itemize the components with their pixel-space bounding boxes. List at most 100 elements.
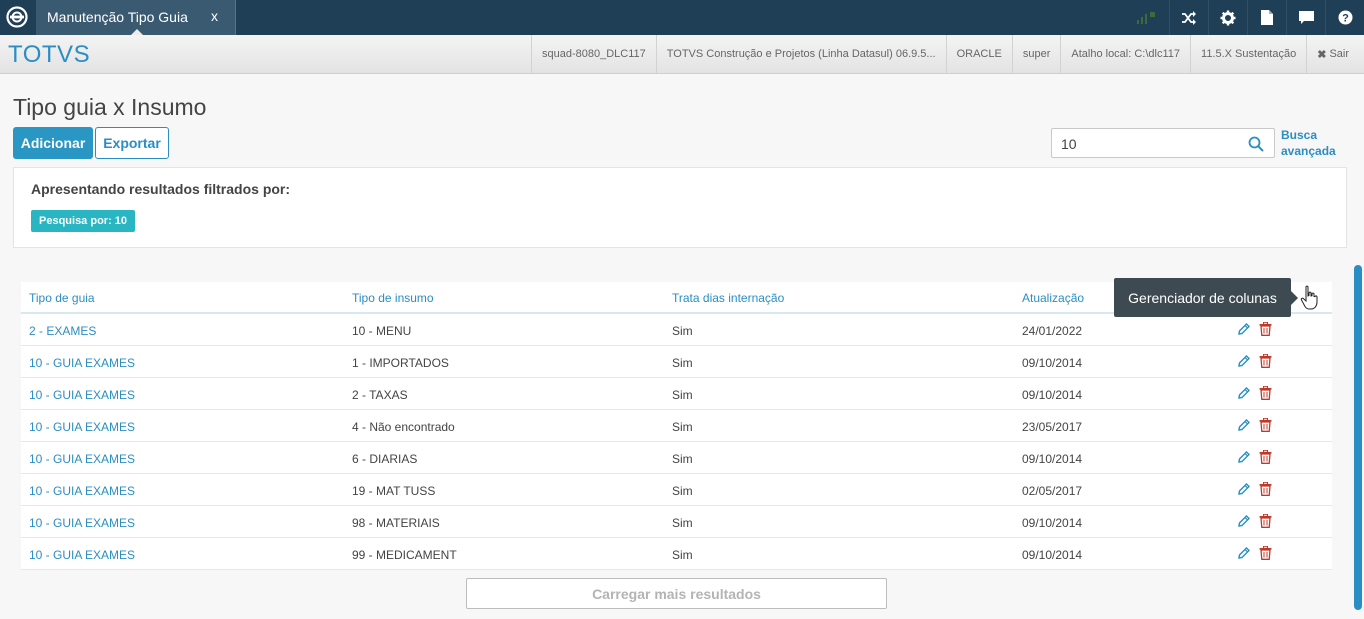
trash-icon[interactable] bbox=[1259, 354, 1272, 368]
cell-tipo-guia[interactable]: 10 - GUIA EXAMES bbox=[29, 452, 135, 466]
edit-icon[interactable] bbox=[1237, 418, 1251, 432]
cell-tipo-guia[interactable]: 10 - GUIA EXAMES bbox=[29, 356, 135, 370]
brand-logo: TOTVS bbox=[8, 41, 91, 68]
table-row: 10 - GUIA EXAMES 4 - Não encontrado Sim 23/… bbox=[21, 410, 1332, 442]
info-database: ORACLE bbox=[945, 35, 1012, 73]
trash-icon[interactable] bbox=[1259, 418, 1272, 432]
page-title: Tipo guia x Insumo bbox=[13, 94, 207, 120]
cell-atualizacao: 09/10/2014 bbox=[1022, 356, 1083, 370]
chat-icon[interactable] bbox=[1286, 0, 1325, 35]
cell-tipo-insumo: 10 - MENU bbox=[352, 324, 412, 338]
cell-tipo-guia[interactable]: 10 - GUIA EXAMES bbox=[29, 388, 135, 402]
table-row: 10 - GUIA EXAMES 19 - MAT TUSS Sim 02/05/20… bbox=[21, 474, 1332, 506]
cell-tipo-insumo: 4 - Não encontrado bbox=[352, 420, 455, 434]
table-body: 2 - EXAMES 10 - MENU Sim 24/01/2022 10 - GUI… bbox=[21, 314, 1332, 570]
trash-icon[interactable] bbox=[1259, 514, 1272, 528]
cell-atualizacao: 09/10/2014 bbox=[1022, 516, 1083, 530]
cell-atualizacao: 09/10/2014 bbox=[1022, 452, 1083, 466]
header-tipo-guia[interactable]: Tipo de guia bbox=[29, 291, 95, 305]
vertical-scrollbar[interactable] bbox=[1354, 265, 1362, 610]
results-table: Tipo de guia Tipo de insumo Trata dias i… bbox=[21, 282, 1332, 570]
cell-tipo-guia[interactable]: 10 - GUIA EXAMES bbox=[29, 548, 135, 562]
cell-trata-dias: Sim bbox=[672, 484, 693, 498]
logout-button[interactable]: ✖ Sair bbox=[1306, 35, 1359, 73]
table-row: 10 - GUIA EXAMES 98 - MATERIAIS Sim 09/10/2… bbox=[21, 506, 1332, 538]
gear-icon[interactable] bbox=[1208, 0, 1247, 35]
header-atualizacao[interactable]: Atualização bbox=[1022, 291, 1084, 305]
environment-info-items: squad-8080_DLC117 TOTVS Construção e Pro… bbox=[531, 35, 1359, 73]
close-icon: ✖ bbox=[1317, 48, 1327, 61]
table-row: 10 - GUIA EXAMES 6 - DIARIAS Sim 09/10/2014 bbox=[21, 442, 1332, 474]
cell-tipo-insumo: 98 - MATERIAIS bbox=[352, 516, 440, 530]
cell-trata-dias: Sim bbox=[672, 452, 693, 466]
cell-atualizacao: 23/05/2017 bbox=[1022, 420, 1083, 434]
cell-trata-dias: Sim bbox=[672, 548, 693, 562]
cell-tipo-insumo: 1 - IMPORTADOS bbox=[352, 356, 449, 370]
edit-icon[interactable] bbox=[1237, 450, 1251, 464]
add-button[interactable]: Adicionar bbox=[13, 127, 93, 159]
edit-icon[interactable] bbox=[1237, 482, 1251, 496]
edit-icon[interactable] bbox=[1237, 322, 1251, 336]
cell-tipo-insumo: 2 - TAXAS bbox=[352, 388, 408, 402]
edit-icon[interactable] bbox=[1237, 386, 1251, 400]
edit-icon[interactable] bbox=[1237, 354, 1251, 368]
document-icon[interactable] bbox=[1247, 0, 1286, 35]
cell-trata-dias: Sim bbox=[672, 516, 693, 530]
cell-trata-dias: Sim bbox=[672, 420, 693, 434]
advanced-search-link[interactable]: Busca avançada bbox=[1281, 127, 1336, 159]
cell-tipo-guia[interactable]: 2 - EXAMES bbox=[29, 324, 96, 338]
cell-tipo-guia[interactable]: 10 - GUIA EXAMES bbox=[29, 420, 135, 434]
cell-tipo-insumo: 19 - MAT TUSS bbox=[352, 484, 436, 498]
cell-atualizacao: 09/10/2014 bbox=[1022, 388, 1083, 402]
search-field[interactable] bbox=[1051, 128, 1275, 158]
advanced-search-label-1: Busca bbox=[1281, 128, 1318, 142]
cell-atualizacao: 02/05/2017 bbox=[1022, 484, 1083, 498]
totvs-logo-icon[interactable] bbox=[6, 6, 28, 28]
table-row: 10 - GUIA EXAMES 2 - TAXAS Sim 09/10/2014 bbox=[21, 378, 1332, 410]
advanced-search-label-2: avançada bbox=[1281, 144, 1336, 158]
edit-icon[interactable] bbox=[1237, 546, 1251, 560]
load-more-button[interactable]: Carregar mais resultados bbox=[466, 578, 887, 609]
trash-icon[interactable] bbox=[1259, 322, 1272, 336]
info-product: TOTVS Construção e Projetos (Linha Datas… bbox=[655, 35, 946, 73]
info-version: 11.5.X Sustentação bbox=[1190, 35, 1306, 73]
trash-icon[interactable] bbox=[1259, 546, 1272, 560]
info-server: squad-8080_DLC117 bbox=[531, 35, 656, 73]
header-trata-dias[interactable]: Trata dias internação bbox=[672, 291, 784, 305]
top-navigation-bar: Manutenção Tipo Guia x ? bbox=[0, 0, 1364, 36]
trash-icon[interactable] bbox=[1259, 450, 1272, 464]
top-icon-group: ? bbox=[1129, 0, 1364, 35]
logout-label: Sair bbox=[1329, 48, 1349, 60]
search-input[interactable] bbox=[1061, 135, 1241, 153]
table-row: 10 - GUIA EXAMES 99 - MEDICAMENT Sim 09/10/… bbox=[21, 538, 1332, 570]
column-manager-tooltip: Gerenciador de colunas bbox=[1114, 278, 1298, 317]
header-tipo-insumo[interactable]: Tipo de insumo bbox=[352, 291, 434, 305]
export-button[interactable]: Exportar bbox=[95, 127, 169, 159]
cell-tipo-guia[interactable]: 10 - GUIA EXAMES bbox=[29, 484, 135, 498]
edit-icon[interactable] bbox=[1237, 514, 1251, 528]
search-icon[interactable] bbox=[1248, 136, 1264, 152]
shuffle-icon[interactable] bbox=[1169, 0, 1208, 35]
table-row: 2 - EXAMES 10 - MENU Sim 24/01/2022 bbox=[21, 314, 1332, 346]
tab-label: Manutenção Tipo Guia bbox=[47, 9, 188, 25]
close-tab-button[interactable]: x bbox=[211, 8, 218, 24]
cell-tipo-guia[interactable]: 10 - GUIA EXAMES bbox=[29, 516, 135, 530]
info-shortcut: Atalho local: C:\dlc117 bbox=[1060, 35, 1190, 73]
cell-atualizacao: 09/10/2014 bbox=[1022, 548, 1083, 562]
trash-icon[interactable] bbox=[1259, 482, 1272, 496]
help-icon[interactable]: ? bbox=[1325, 0, 1364, 35]
cell-atualizacao: 24/01/2022 bbox=[1022, 324, 1083, 338]
filter-chip[interactable]: Pesquisa por: 10 bbox=[31, 210, 136, 232]
trash-icon[interactable] bbox=[1259, 386, 1272, 400]
cell-tipo-insumo: 6 - DIARIAS bbox=[352, 452, 418, 466]
environment-info-bar: TOTVS squad-8080_DLC117 TOTVS Construção… bbox=[0, 35, 1364, 74]
filter-title: Apresentando resultados filtrados por: bbox=[31, 181, 291, 197]
signal-icon bbox=[1129, 0, 1169, 35]
svg-text:?: ? bbox=[1342, 13, 1349, 25]
hand-cursor-icon bbox=[1300, 285, 1318, 310]
filter-panel: Apresentando resultados filtrados por: P… bbox=[13, 167, 1347, 248]
cell-trata-dias: Sim bbox=[672, 388, 693, 402]
table-row: 10 - GUIA EXAMES 1 - IMPORTADOS Sim 09/10/2… bbox=[21, 346, 1332, 378]
cell-tipo-insumo: 99 - MEDICAMENT bbox=[352, 548, 457, 562]
cell-trata-dias: Sim bbox=[672, 356, 693, 370]
